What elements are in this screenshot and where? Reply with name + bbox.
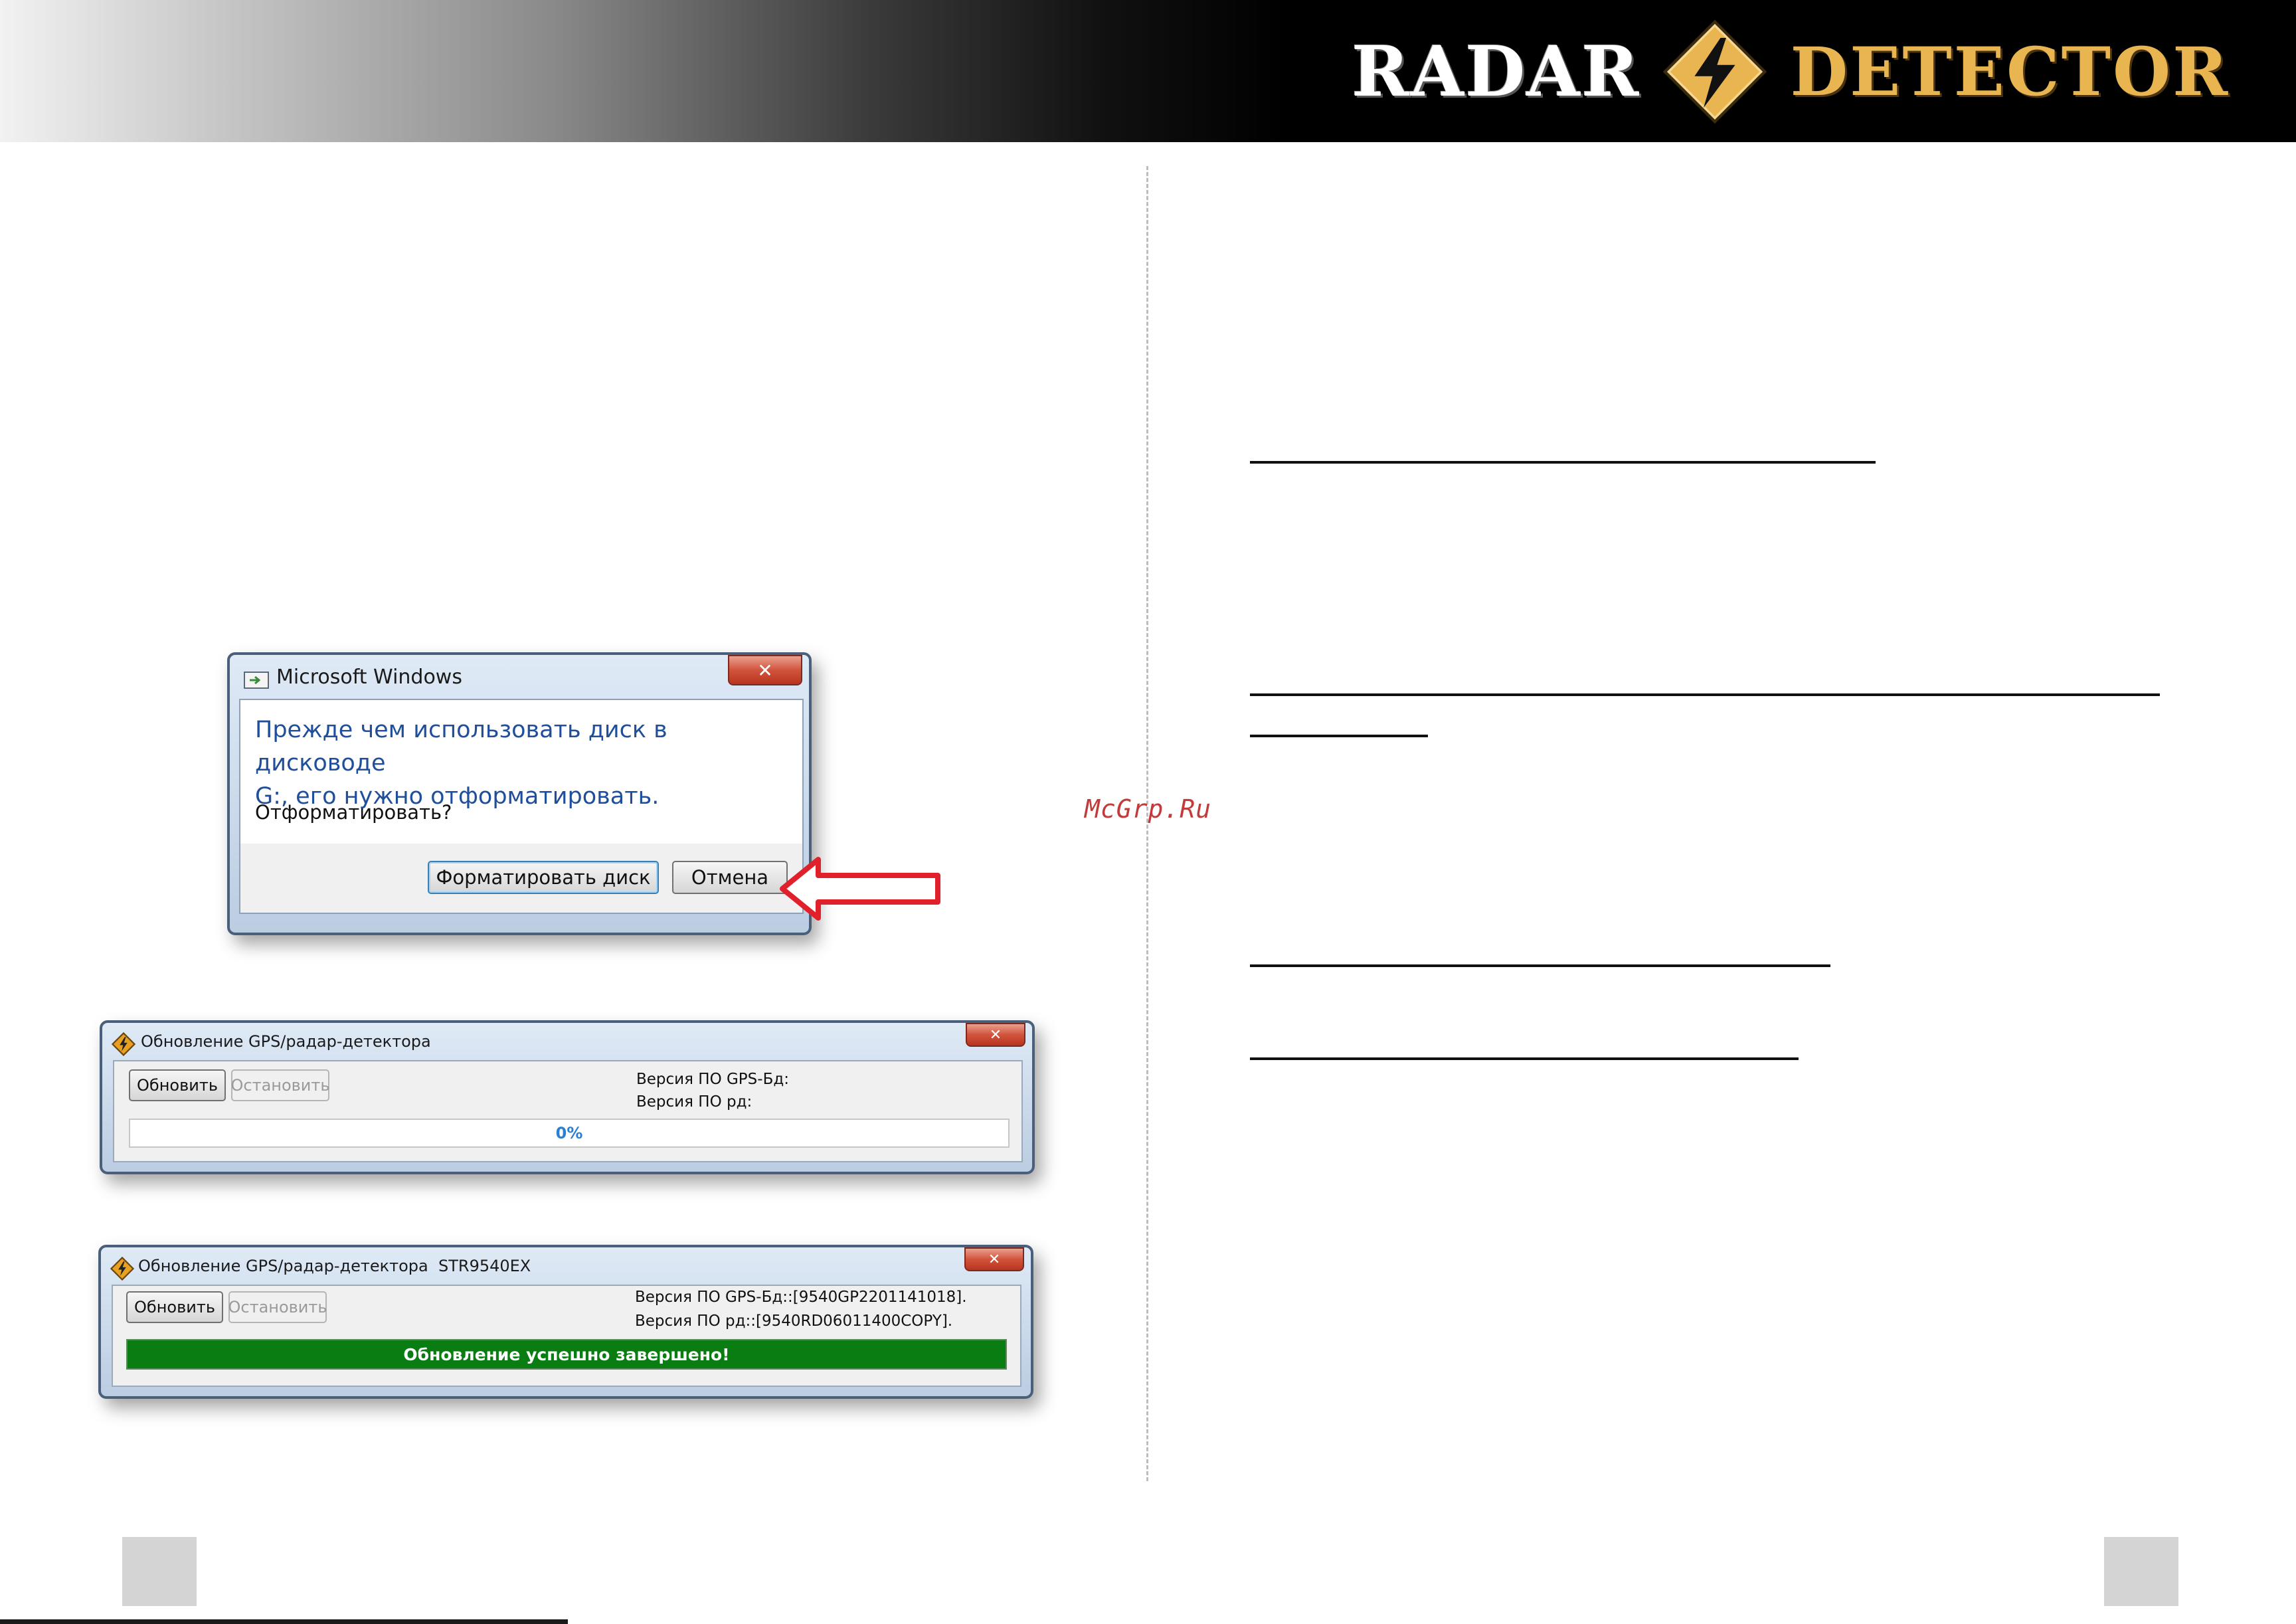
close-icon: ✕ <box>757 659 773 681</box>
progress-bar: 0% <box>129 1119 1010 1148</box>
underline-rule-4 <box>1250 964 1830 967</box>
update-button[interactable]: Обновить <box>129 1069 226 1101</box>
rd-version-label: Версия ПО рд: <box>636 1093 752 1111</box>
progress-bar: Обновление успешно завершено! <box>126 1339 1007 1370</box>
cancel-button[interactable]: Отмена <box>672 861 788 894</box>
format-disk-button[interactable]: Форматировать диск <box>428 861 659 894</box>
dialog-message-line-1: Прежде чем использовать диск в дисководе <box>255 717 667 776</box>
progress-text: Обновление успешно завершено! <box>403 1344 730 1364</box>
underline-rule-5 <box>1250 1057 1799 1060</box>
header-banner: RADAR DETECTOR <box>0 0 2296 142</box>
update-dialog-close-button[interactable]: ✕ <box>966 1023 1025 1047</box>
update-dialog-title: Обновление GPS/радар-детектора STR9540EX <box>138 1257 531 1275</box>
underline-rule-3 <box>1250 735 1428 737</box>
underline-rule-1 <box>1250 461 1876 464</box>
close-button[interactable]: ✕ <box>728 655 802 685</box>
brand-logo-group: RADAR DETECTOR <box>1352 13 2230 130</box>
rd-version-label: Версия ПО рд::[9540RD06011400COPY]. <box>635 1312 953 1330</box>
drive-icon <box>244 672 269 689</box>
watermark: McGrp.Ru <box>1085 794 1212 824</box>
update-dialog-titlebar: Обновление GPS/радар-детектора ✕ <box>102 1023 1032 1060</box>
update-dialog-initial: Обновление GPS/радар-детектора ✕ Обновит… <box>100 1020 1035 1174</box>
page-number-box-left <box>122 1537 197 1606</box>
update-dialog-complete: Обновление GPS/радар-детектора STR9540EX… <box>98 1245 1033 1399</box>
close-icon: ✕ <box>988 1251 1001 1268</box>
format-disk-dialog: Microsoft Windows ✕ Прежде чем использов… <box>227 652 812 935</box>
dialog-titlebar: Microsoft Windows ✕ <box>230 655 809 700</box>
brand-detector-text: DETECTOR <box>1790 32 2230 111</box>
update-dialog-title: Обновление GPS/радар-детектора <box>141 1032 431 1051</box>
progress-text: 0% <box>555 1124 583 1142</box>
brand-radar-text: RADAR <box>1352 30 1640 112</box>
update-dialog-titlebar: Обновление GPS/радар-детектора STR9540EX… <box>101 1247 1031 1285</box>
dialog-button-bar: Форматировать диск Отмена <box>239 844 804 914</box>
update-dialog-client: Обновить Остановить Версия ПО GPS-Бд: Ве… <box>113 1060 1023 1162</box>
stop-button[interactable]: Остановить <box>228 1291 327 1323</box>
update-button[interactable]: Обновить <box>126 1291 223 1323</box>
red-arrow-annotation <box>780 857 940 921</box>
stop-button[interactable]: Остановить <box>231 1069 330 1101</box>
gps-db-version-label: Версия ПО GPS-Бд: <box>636 1071 789 1088</box>
gps-db-version-label: Версия ПО GPS-Бд::[9540GP2201141018]. <box>635 1289 967 1306</box>
dialog-title: Microsoft Windows <box>276 666 462 689</box>
dialog-message: Прежде чем использовать диск в дисководе… <box>255 713 802 813</box>
footer-line <box>0 1619 568 1624</box>
dialog-question: Отформатировать? <box>255 801 452 824</box>
app-bolt-icon <box>110 1257 134 1281</box>
app-bolt-icon <box>112 1032 135 1056</box>
close-icon: ✕ <box>989 1026 1002 1043</box>
page-divider <box>1146 166 1148 1481</box>
dialog-message-area: Прежде чем использовать диск в дисководе… <box>239 699 804 845</box>
update-dialog-client: Обновить Остановить Версия ПО GPS-Бд::[9… <box>112 1285 1021 1387</box>
lightning-bolt-icon <box>1663 19 1767 124</box>
page-number-box-right <box>2104 1537 2178 1606</box>
underline-rule-2 <box>1250 693 2160 696</box>
update-dialog-close-button[interactable]: ✕ <box>964 1247 1024 1271</box>
